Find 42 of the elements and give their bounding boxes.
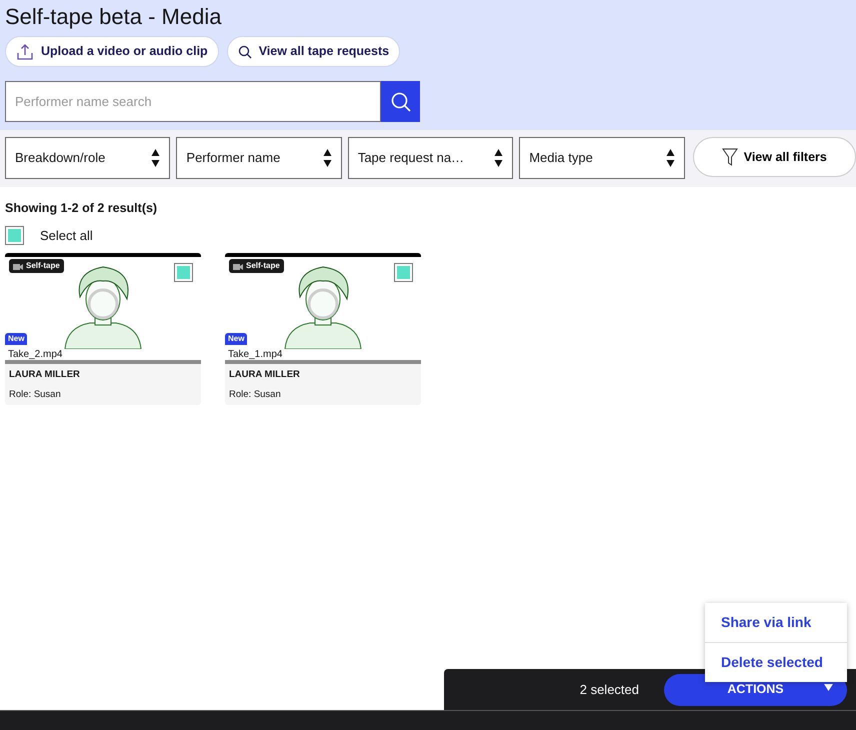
sort-arrows-icon [151, 148, 160, 168]
search-icon [238, 44, 252, 59]
dropdown-label: Media type [529, 149, 593, 168]
upload-icon [16, 42, 34, 61]
new-badge: New [225, 333, 248, 346]
results-summary: Showing 1-2 of 2 result(s) [5, 200, 158, 217]
checkbox-label: Select all [40, 226, 93, 245]
media-card[interactable]: Self-tape New Take_1.mp4 LAURA MILLER Role: Susan [225, 253, 421, 405]
role-text: Role: Susan [228, 388, 282, 402]
search-icon [390, 90, 412, 113]
selection-count: 2 selected [580, 680, 639, 699]
menu-item[interactable]: Delete selected [705, 642, 847, 682]
checkbox[interactable] [394, 263, 413, 282]
camera-icon [13, 262, 23, 270]
search-field[interactable]: Performer name search [5, 81, 381, 122]
filter-dropdown[interactable]: Media type [519, 137, 685, 179]
filter-dropdown[interactable]: Performer name [176, 137, 342, 179]
performer-name: LAURA MILLER [228, 368, 301, 382]
dropdown-label: Tape request na… [358, 149, 464, 168]
sort-arrows-icon [322, 148, 332, 168]
menu-item[interactable]: Share via link [705, 603, 847, 642]
funnel-icon [722, 148, 738, 166]
search-button[interactable] [381, 81, 420, 122]
view-all-filters-button[interactable]: View all filters [692, 137, 856, 177]
page-title: Self-tape beta - Media [5, 4, 222, 30]
action-pill-button[interactable]: View all tape requests [226, 36, 400, 68]
checkbox[interactable] [174, 263, 193, 282]
camera-icon [233, 262, 243, 270]
self-tape-badge: Self-tape [229, 259, 284, 274]
sort-arrows-icon [494, 148, 504, 168]
sort-arrows-icon [666, 148, 675, 168]
checkbox[interactable] [5, 226, 24, 245]
dropdown-label: Breakdown/role [15, 149, 106, 168]
new-badge: New [5, 333, 28, 346]
dropdown-label: Performer name [186, 149, 280, 168]
media-card[interactable]: Self-tape New Take_2.mp4 LAURA MILLER Role: Susan [5, 253, 201, 405]
role-text: Role: Susan [8, 388, 62, 402]
filter-dropdown[interactable]: Tape request na… [348, 137, 514, 179]
self-tape-badge: Self-tape [9, 259, 64, 274]
action-pill-button[interactable]: Upload a video or audio clip [5, 36, 219, 68]
performer-name: LAURA MILLER [8, 368, 81, 382]
filter-dropdown[interactable]: Breakdown/role [5, 137, 170, 179]
